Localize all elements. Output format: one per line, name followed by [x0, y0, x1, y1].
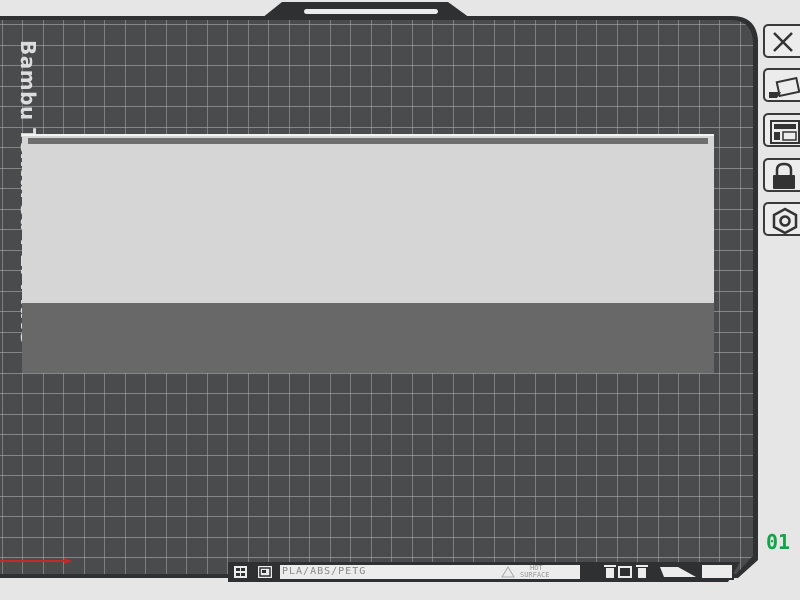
gear-icon [772, 207, 798, 235]
arrange-icon [770, 120, 800, 144]
dialog-footer [22, 303, 714, 373]
lock-icon [773, 162, 795, 189]
trash-icon [604, 565, 616, 578]
dialog-header-bar [28, 138, 708, 144]
plate-view-icon [258, 566, 272, 578]
hot-surface-line2: SURFACE [520, 571, 550, 579]
filament-types-label: PLA/ABS/PETG [282, 566, 367, 577]
dialog-titlebar [22, 134, 714, 136]
dialog-panel [22, 134, 714, 373]
auto-orient-button[interactable] [763, 68, 800, 102]
arrange-button[interactable] [763, 113, 800, 147]
lock-button[interactable] [763, 158, 800, 192]
close-view-button[interactable] [763, 24, 800, 58]
build-plate-view: Bambu Textured PEI Plate [0, 0, 800, 600]
plate-handle [304, 9, 438, 14]
dialog-body [22, 134, 714, 303]
auto-orient-icon [769, 76, 800, 98]
plate-counter: 01 [766, 530, 791, 554]
close-icon [773, 32, 793, 52]
trash-alt-icon [636, 565, 648, 578]
square-icon [618, 566, 632, 578]
hot-surface-label: HOT SURFACE [520, 565, 550, 579]
x-axis-indicator [0, 558, 72, 564]
settings-button[interactable] [763, 202, 800, 236]
grid-layout-icon [234, 566, 247, 578]
